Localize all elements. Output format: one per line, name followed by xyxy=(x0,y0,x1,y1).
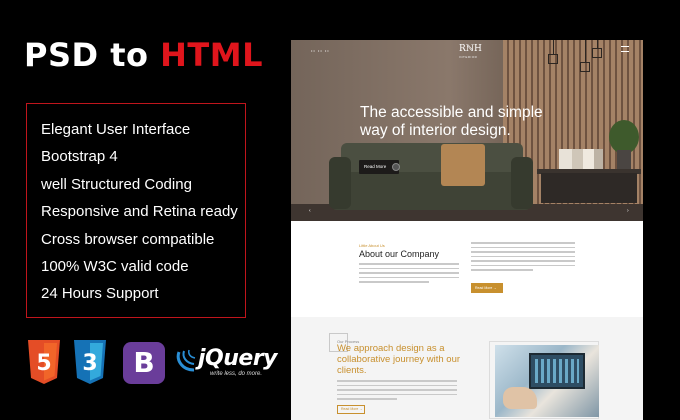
mockup-brand-sub: INTERIOR xyxy=(459,55,478,59)
books xyxy=(559,149,603,169)
html5-logo-text: 5 xyxy=(36,351,51,376)
text-line xyxy=(359,263,459,265)
feature-item: Elegant User Interface xyxy=(41,121,191,138)
mockup-brand-logo[interactable]: RℕH xyxy=(459,44,482,54)
approach-body-text xyxy=(337,380,457,404)
pendant-cord xyxy=(585,40,586,62)
slider-next-icon[interactable]: › xyxy=(627,208,629,214)
sofa-arm xyxy=(511,157,533,209)
approach-read-more-button[interactable]: Read More → xyxy=(337,405,365,414)
about-title: About our Company xyxy=(359,249,440,259)
text-line xyxy=(359,267,459,269)
features-box: Elegant User Interface Bootstrap 4 well … xyxy=(26,103,246,318)
tech-badges: 5 3 B jQuery write less, do more. xyxy=(26,340,278,384)
pendant-lamp-icon xyxy=(548,54,558,64)
mockup-hero: •• •• •• RℕH INTERIOR The accessible and… xyxy=(291,40,643,221)
pendant-lamp-icon xyxy=(580,62,590,72)
about-body-text xyxy=(359,263,459,293)
monitor-chart xyxy=(535,359,579,383)
headline-part-html: HTML xyxy=(160,36,263,74)
text-line xyxy=(471,269,534,271)
text-line xyxy=(337,380,457,382)
jquery-wordmark: jQuery xyxy=(198,346,278,371)
feature-item: Responsive and Retina ready xyxy=(41,203,238,221)
about-read-more-button[interactable]: Read More → xyxy=(471,283,503,293)
feature-item: 24 Hours Support xyxy=(41,285,159,303)
feature-item: well Structured Coding xyxy=(41,175,192,193)
bootstrap-logo-icon: B xyxy=(123,342,165,384)
approach-title: We approach design as a collaborative jo… xyxy=(337,343,461,376)
jquery-logo-icon: jQuery write less, do more. xyxy=(176,346,278,380)
headline-part-psd-to: PSD to xyxy=(24,36,161,74)
jquery-tagline: write less, do more. xyxy=(210,371,263,377)
features-list: Elegant User Interface Bootstrap 4 well … xyxy=(27,104,245,308)
slider-pager[interactable] xyxy=(463,211,475,221)
feature-item: Cross browser compatible xyxy=(41,230,215,248)
mockup-approach-section: Our Process We approach design as a coll… xyxy=(291,317,643,420)
text-line xyxy=(471,264,575,266)
about-kicker: Little About Us xyxy=(359,243,385,248)
text-line xyxy=(337,393,457,395)
jquery-swirl-icon xyxy=(176,349,196,372)
website-mockup: •• •• •• RℕH INTERIOR The accessible and… xyxy=(291,40,643,420)
sofa-arm xyxy=(329,157,351,209)
cabinet xyxy=(541,173,637,203)
text-line xyxy=(471,260,575,262)
pendant-cord xyxy=(553,40,554,54)
text-line xyxy=(359,272,459,274)
pendant-lamp-icon xyxy=(592,48,602,58)
sofa-seat xyxy=(331,172,531,210)
office-photo xyxy=(495,345,599,417)
text-line xyxy=(337,384,457,386)
plant-icon xyxy=(609,120,639,154)
html5-logo-icon: 5 xyxy=(28,340,60,384)
slider-prev-icon[interactable]: ‹ xyxy=(309,208,311,214)
text-line xyxy=(337,389,457,391)
hero-title: The accessible and simple way of interio… xyxy=(360,104,543,139)
headline: PSD to HTML xyxy=(24,36,263,74)
hamburger-menu-icon[interactable] xyxy=(621,46,629,52)
feature-item: Bootstrap 4 xyxy=(41,148,118,166)
hero-play-icon[interactable] xyxy=(392,163,400,171)
about-body-text-right xyxy=(471,242,575,280)
mockup-about-section: Little About Us About our Company Read M… xyxy=(291,221,643,317)
css3-logo-text: 3 xyxy=(82,351,97,376)
sofa-throw xyxy=(441,144,485,186)
text-line xyxy=(471,246,575,248)
text-line xyxy=(471,242,575,244)
mockup-nav-links[interactable]: •• •• •• xyxy=(311,48,330,53)
hand xyxy=(503,387,537,409)
feature-item: 100% W3C valid code xyxy=(41,258,189,276)
css3-logo-icon: 3 xyxy=(74,340,106,384)
text-line xyxy=(359,276,459,278)
text-line xyxy=(471,255,575,257)
text-line xyxy=(471,251,575,253)
plant-pot xyxy=(617,150,631,169)
pendant-cord xyxy=(597,40,598,48)
text-line xyxy=(359,281,429,283)
text-line xyxy=(337,398,397,400)
